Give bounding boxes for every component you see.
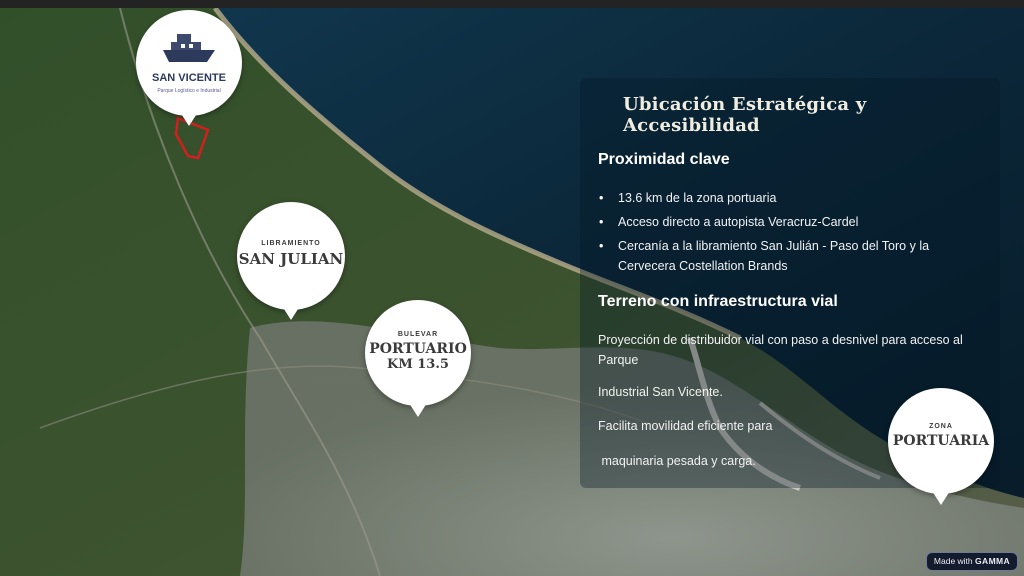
window-top-bar: [0, 0, 1024, 8]
list-item: 13.6 km de la zona portuaria: [598, 188, 988, 208]
section-infrastructure-heading: Terreno con infraestructura vial: [598, 293, 838, 310]
infrastructure-paragraph-2: Industrial San Vicente.: [598, 385, 723, 399]
marker-bulevar-line2: KM 13.5: [387, 357, 449, 372]
made-with-gamma-badge[interactable]: Made with GAMMA: [926, 552, 1018, 571]
marker-san-vicente-name: SAN VICENTE: [152, 72, 226, 84]
infrastructure-paragraph-3: Facilita movilidad eficiente para: [598, 419, 773, 433]
infrastructure-paragraph-1: Proyección de distribuidor vial con paso…: [598, 333, 963, 367]
marker-bulevar-portuario[interactable]: BULEVAR PORTUARIO KM 13.5: [365, 300, 471, 422]
badge-prefix: Made with: [933, 556, 973, 566]
marker-san-vicente-tagline: Parque Logístico e Industrial: [157, 88, 221, 94]
marker-san-julian-big: SAN JULIAN: [238, 250, 344, 268]
marker-zona-portuaria[interactable]: ZONA PORTUARIA: [888, 388, 994, 510]
slide-title: Ubicación Estratégica y Accesibilidad: [623, 94, 867, 136]
list-item: Acceso directo a autopista Veracruz-Card…: [598, 212, 988, 232]
infrastructure-paragraph-4: maquinaria pesada y carga.: [598, 454, 756, 468]
section-proximity-heading: Proximidad clave: [598, 151, 730, 168]
marker-bulevar-line1: PORTUARIO: [369, 341, 467, 357]
list-item: Cercanía a la libramiento San Julián - P…: [598, 236, 988, 276]
marker-san-julian[interactable]: LIBRAMIENTO SAN JULIAN: [237, 202, 345, 324]
ship-icon: [163, 34, 215, 62]
marker-bulevar-small: BULEVAR: [397, 331, 439, 338]
proximity-list: 13.6 km de la zona portuaria Acceso dire…: [598, 188, 988, 280]
marker-san-vicente[interactable]: SAN VICENTE Parque Logístico e Industria…: [136, 10, 242, 130]
presentation-slide: SAN VICENTE Parque Logístico e Industria…: [0, 8, 1024, 576]
marker-san-julian-small: LIBRAMIENTO: [261, 240, 321, 247]
badge-brand: GAMMA: [975, 556, 1011, 566]
